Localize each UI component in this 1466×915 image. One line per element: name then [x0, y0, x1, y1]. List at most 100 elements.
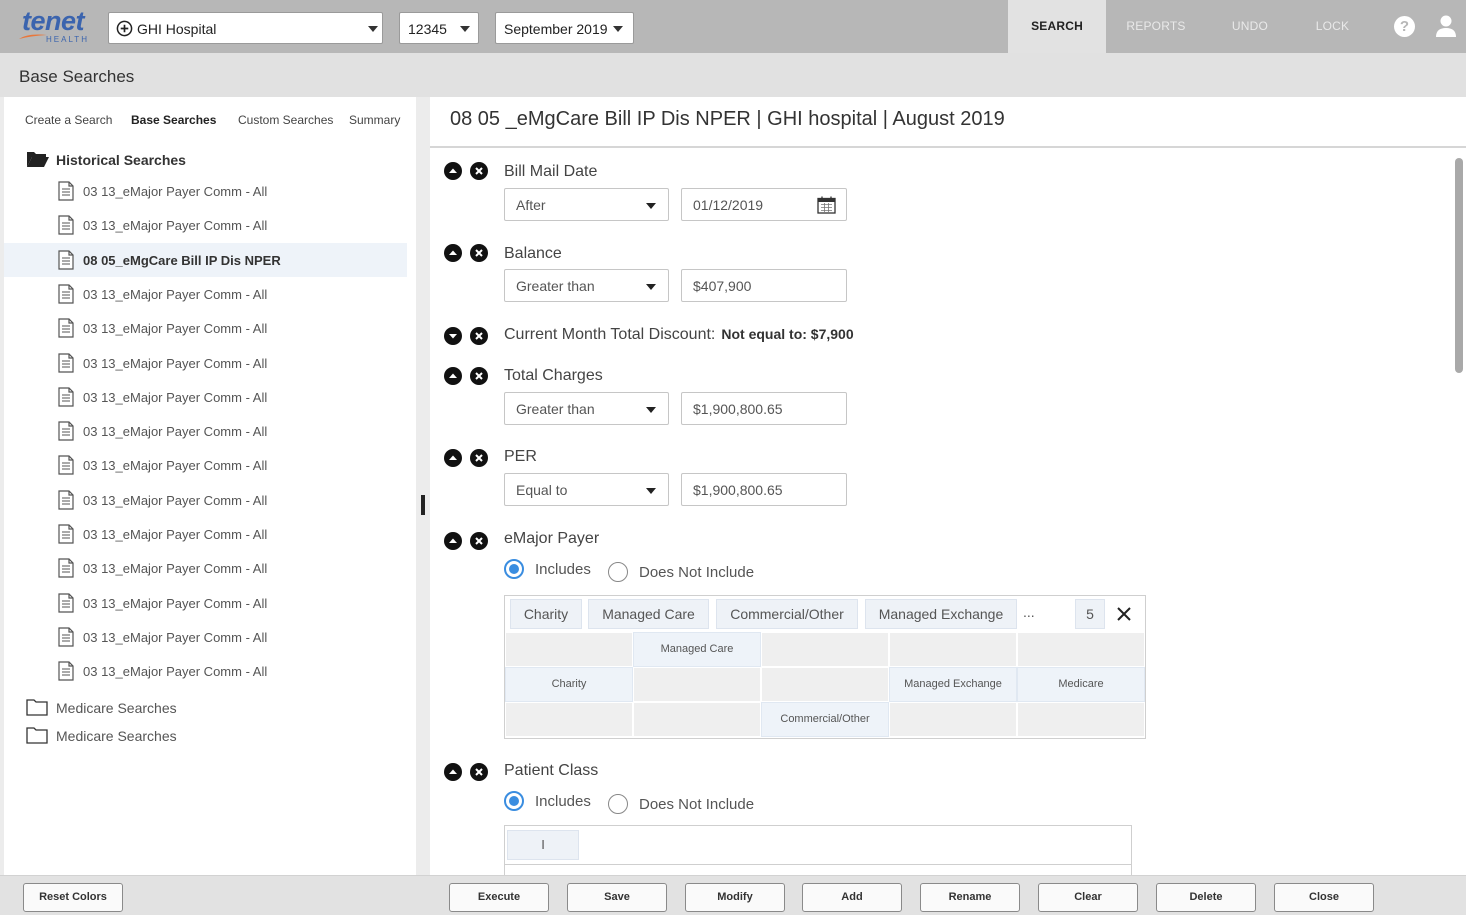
collapse-icon[interactable]	[444, 449, 462, 467]
option-charity[interactable]: Charity	[505, 667, 633, 702]
bill-mail-date-input[interactable]: 01/12/2019	[681, 188, 847, 221]
does-not-include-radio[interactable]	[608, 562, 628, 582]
per-operator-select[interactable]: Equal to	[504, 473, 669, 506]
delete-button[interactable]: Delete	[1156, 883, 1256, 912]
add-button[interactable]: Add	[802, 883, 902, 912]
help-icon[interactable]: ?	[1394, 16, 1415, 37]
tab-base-searches[interactable]: Base Searches	[131, 113, 216, 127]
hospital-select[interactable]: GHI Hospital	[108, 12, 383, 44]
nav-reports[interactable]: REPORTS	[1110, 0, 1202, 53]
reset-colors-button[interactable]: Reset Colors	[23, 883, 123, 912]
tag-managed-care[interactable]: Managed Care	[588, 599, 709, 629]
remove-icon[interactable]	[470, 532, 488, 550]
tree-item[interactable]: 03 13_eMajor Payer Comm - All	[4, 174, 407, 208]
tree-item[interactable]: 03 13_eMajor Payer Comm - All	[4, 448, 407, 482]
does-not-include-radio[interactable]	[608, 794, 628, 814]
tree-item-label: 03 13_eMajor Payer Comm - All	[83, 492, 268, 508]
tab-summary[interactable]: Summary	[349, 113, 400, 127]
total-charges-operator-select[interactable]: Greater than	[504, 392, 669, 425]
remove-icon[interactable]	[470, 327, 488, 345]
per-input[interactable]: $1,900,800.65	[681, 473, 847, 506]
option-medicare[interactable]: Medicare	[1017, 667, 1145, 702]
criterion-summary: Not equal to: $7,900	[721, 326, 854, 342]
rename-button[interactable]: Rename	[920, 883, 1020, 912]
balance-operator-select[interactable]: Greater than	[504, 269, 669, 302]
collapse-icon[interactable]	[444, 244, 462, 262]
remove-icon[interactable]	[470, 244, 488, 262]
criterion-label: Bill Mail Date	[504, 163, 598, 180]
tree-item[interactable]: 03 13_eMajor Payer Comm - All	[4, 277, 407, 311]
includes-radio[interactable]	[504, 559, 524, 579]
tree-item[interactable]: 03 13_eMajor Payer Comm - All	[4, 483, 407, 517]
balance-input[interactable]: $407,900	[681, 269, 847, 302]
modify-button[interactable]: Modify	[685, 883, 785, 912]
save-button[interactable]: Save	[567, 883, 667, 912]
month-select[interactable]: September 2019	[495, 12, 634, 44]
folder-medicare-searches-2[interactable]: Medicare Searches	[26, 725, 326, 745]
tab-custom-searches[interactable]: Custom Searches	[238, 113, 333, 127]
tree-item[interactable]: 03 13_eMajor Payer Comm - All	[4, 380, 407, 414]
nav-undo[interactable]: UNDO	[1210, 0, 1290, 53]
collapse-icon[interactable]	[444, 162, 462, 180]
includes-radio[interactable]	[504, 791, 524, 811]
tree-item[interactable]: 03 13_eMajor Payer Comm - All	[4, 346, 407, 380]
input-value: $1,900,800.65	[693, 401, 783, 417]
tag-patient-class[interactable]: I	[507, 830, 579, 860]
option-managed-exchange[interactable]: Managed Exchange	[889, 667, 1017, 702]
chevron-down-icon	[646, 284, 656, 290]
calendar-icon[interactable]	[817, 196, 836, 214]
tree-item[interactable]: 03 13_eMajor Payer Comm - All	[4, 586, 407, 620]
tree-item[interactable]: 08 05_eMgCare Bill IP Dis NPER	[4, 242, 407, 277]
user-icon[interactable]	[1435, 14, 1457, 38]
tree-item[interactable]: 03 13_eMajor Payer Comm - All	[4, 551, 407, 585]
remove-icon[interactable]	[470, 367, 488, 385]
left-panel: Create a Search Base Searches Custom Sea…	[4, 97, 416, 875]
grid-cell	[633, 702, 761, 737]
payer-multiselect[interactable]: Charity Managed Care Commercial/Other Ma…	[504, 595, 1146, 739]
panel-resize-handle[interactable]	[416, 97, 430, 875]
vertical-scrollbar[interactable]	[1455, 158, 1463, 373]
option-managed-care[interactable]: Managed Care	[633, 632, 761, 667]
payer-options-grid: Managed Care Charity Managed Exchange Me…	[505, 632, 1145, 738]
tree-item-label: 03 13_eMajor Payer Comm - All	[83, 355, 268, 371]
collapse-icon[interactable]	[444, 763, 462, 781]
nav-lock[interactable]: LOCK	[1295, 0, 1370, 53]
tree-item[interactable]: 03 13_eMajor Payer Comm - All	[4, 208, 407, 242]
option-commercial-other[interactable]: Commercial/Other	[761, 702, 889, 737]
input-value: $1,900,800.65	[693, 482, 783, 498]
tree-item[interactable]: 03 13_eMajor Payer Comm - All	[4, 654, 407, 688]
expand-icon[interactable]	[444, 327, 462, 345]
document-icon	[58, 249, 74, 270]
tree-item[interactable]: 03 13_eMajor Payer Comm - All	[4, 620, 407, 654]
tag-managed-exchange[interactable]: Managed Exchange	[865, 599, 1017, 629]
grid-cell	[1017, 702, 1145, 737]
patient-class-multiselect[interactable]: I	[504, 825, 1132, 875]
criterion-controls	[444, 162, 488, 180]
chevron-down-icon	[613, 26, 623, 32]
tag-charity[interactable]: Charity	[510, 599, 582, 629]
total-charges-input[interactable]: $1,900,800.65	[681, 392, 847, 425]
remove-icon[interactable]	[470, 449, 488, 467]
tree-item-label: 03 13_eMajor Payer Comm - All	[83, 286, 268, 302]
tree-item[interactable]: 03 13_eMajor Payer Comm - All	[4, 414, 407, 448]
tenet-logo: tenet HEALTH	[18, 6, 88, 46]
tree-item[interactable]: 03 13_eMajor Payer Comm - All	[4, 517, 407, 551]
clear-button[interactable]: Clear	[1038, 883, 1138, 912]
remove-icon[interactable]	[470, 763, 488, 781]
folder-medicare-searches-1[interactable]: Medicare Searches	[26, 697, 326, 717]
tree-item[interactable]: 03 13_eMajor Payer Comm - All	[4, 311, 407, 345]
execute-button[interactable]: Execute	[449, 883, 549, 912]
tree-root-label: Historical Searches	[56, 152, 186, 168]
tag-commercial-other[interactable]: Commercial/Other	[716, 599, 858, 629]
close-button[interactable]: Close	[1274, 883, 1374, 912]
collapse-icon[interactable]	[444, 367, 462, 385]
month-select-value: September 2019	[504, 21, 608, 37]
remove-icon[interactable]	[470, 162, 488, 180]
nav-search[interactable]: SEARCH	[1008, 0, 1106, 53]
collapse-icon[interactable]	[444, 532, 462, 550]
id-select[interactable]: 12345	[399, 12, 479, 44]
bill-mail-date-operator-select[interactable]: After	[504, 188, 669, 221]
grip-icon[interactable]	[421, 495, 425, 515]
clear-tags-icon[interactable]	[1116, 601, 1132, 627]
tab-create-search[interactable]: Create a Search	[25, 113, 112, 127]
